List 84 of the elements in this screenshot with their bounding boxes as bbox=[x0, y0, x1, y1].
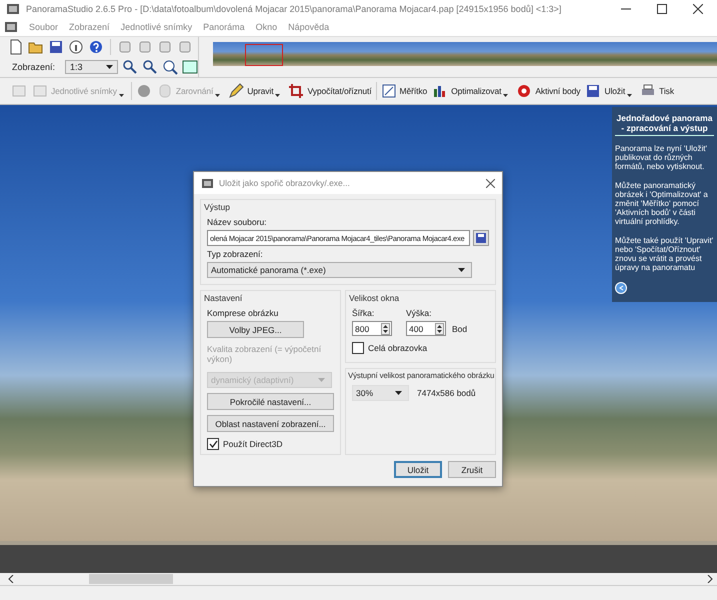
field-label: Název souboru: bbox=[207, 217, 268, 227]
help-icon[interactable] bbox=[88, 39, 104, 55]
view-area-button[interactable]: Oblast nastavení zobrazení... bbox=[207, 415, 334, 432]
unit-label: Bod bbox=[452, 324, 468, 336]
toolbar-button[interactable]: Tisk bbox=[639, 81, 675, 101]
app-icon bbox=[201, 176, 214, 190]
info-icon[interactable] bbox=[68, 39, 84, 55]
pencil-icon bbox=[228, 83, 244, 99]
caret-icon bbox=[106, 65, 113, 69]
field-label: Typ zobrazení: bbox=[207, 249, 264, 259]
image-icon bbox=[32, 83, 48, 99]
help-text: Můžete také použít 'Upravit' nebo 'Spočítat/Oříznout' znovu se vrátit a provést úpravy na panoramatu bbox=[615, 236, 714, 272]
section-label: Komprese obrázku bbox=[207, 308, 280, 318]
toolbar-button[interactable]: Měřítko bbox=[380, 81, 428, 101]
caret-icon bbox=[318, 378, 325, 382]
help-text: Můžete panoramatický obrázek i 'Optimalizovat' a změnit 'Měřítko' pomocí 'Aktivních bodů' v části virtuální prohlídky. bbox=[615, 181, 709, 226]
caret-icon[interactable] bbox=[627, 94, 632, 96]
sphere-icon bbox=[136, 83, 152, 99]
dialog-title: Uložit jako spořič obrazovky/.exe... bbox=[219, 178, 351, 188]
number-spinner[interactable]: 800 bbox=[352, 321, 392, 336]
caret-icon[interactable] bbox=[503, 94, 508, 96]
jpeg-options-button[interactable]: Volby JPEG... bbox=[207, 321, 304, 338]
app-icon bbox=[6, 2, 20, 16]
scrollbar-thumb[interactable] bbox=[89, 574, 173, 584]
panorama-thumbnail[interactable] bbox=[213, 42, 717, 66]
checkbox-label: Celá obrazovka bbox=[368, 343, 428, 353]
advanced-settings-button[interactable]: Pokročilé nastavení... bbox=[207, 393, 334, 410]
dialog-button[interactable]: Uložit bbox=[394, 461, 442, 478]
spin-arrows-icon[interactable] bbox=[435, 322, 444, 334]
save-icon[interactable] bbox=[48, 39, 64, 55]
save-icon bbox=[585, 83, 602, 99]
toolbar-button[interactable]: Upravit bbox=[227, 81, 274, 101]
actual-size-icon[interactable] bbox=[162, 59, 178, 75]
display-type-dropdown[interactable]: Automatické panorama (*.exe) bbox=[207, 262, 472, 278]
image-icon bbox=[11, 83, 27, 99]
zoom-out-icon[interactable] bbox=[142, 59, 158, 75]
window-title: PanoramaStudio 2.6.5 Pro - [D:\data\fotoalbum\dovolená Mojacar 2015\panorama\Panorama Mojacar4.pap [24915x1956 bodů] <1:3>] bbox=[26, 4, 562, 14]
crop-icon bbox=[288, 83, 304, 99]
spin-arrows-icon[interactable] bbox=[381, 322, 390, 334]
menu-item[interactable]: Zobrazení bbox=[69, 22, 110, 32]
help-title: Jednořadové panorama - zpracování a výstup bbox=[615, 113, 714, 136]
new-file-icon[interactable] bbox=[8, 39, 24, 55]
close-icon[interactable] bbox=[693, 4, 703, 14]
number-spinner[interactable]: 400 bbox=[406, 321, 446, 336]
checkbox-label: Použít Direct3D bbox=[223, 439, 283, 449]
size-dropdown[interactable]: 30% bbox=[352, 385, 409, 401]
menu-item[interactable]: Jednotlivé snímky bbox=[120, 22, 192, 32]
help-text: Panorama lze nyní 'Uložit' publikovat do různých formátů, nebo vytisknout. bbox=[615, 144, 708, 171]
menu-item[interactable]: Panoráma bbox=[203, 22, 245, 32]
fit-window-icon[interactable] bbox=[182, 59, 198, 75]
field-label: Výška: bbox=[406, 308, 433, 318]
app-icon bbox=[4, 20, 18, 34]
check-icon bbox=[208, 440, 218, 448]
size-result: 7474x586 bodů bbox=[417, 388, 476, 398]
scroll-left-icon[interactable] bbox=[8, 575, 14, 583]
target-icon bbox=[516, 83, 532, 99]
caret-icon[interactable] bbox=[275, 94, 280, 96]
close-icon[interactable] bbox=[486, 178, 495, 188]
maximize-icon[interactable] bbox=[657, 4, 667, 14]
checkbox[interactable] bbox=[207, 438, 219, 450]
zoom-in-icon[interactable] bbox=[122, 59, 138, 75]
view-rectangle bbox=[245, 44, 283, 66]
field-label: Šířka: bbox=[352, 308, 376, 318]
group-label: Výstup bbox=[204, 202, 230, 212]
horizontal-scrollbar[interactable] bbox=[0, 573, 717, 585]
checkbox[interactable] bbox=[352, 342, 364, 354]
toolbar-button[interactable]: Vypočítat/oříznutí bbox=[287, 81, 372, 101]
menu-item[interactable]: Nápověda bbox=[288, 22, 330, 32]
group-label: Velikost okna bbox=[349, 293, 400, 303]
caret-icon bbox=[458, 268, 465, 272]
toolbar-button[interactable]: Optimalizovat bbox=[431, 81, 502, 101]
toolbar-button[interactable]: Uložit bbox=[584, 81, 626, 101]
toolbar-button[interactable]: Aktivní body bbox=[515, 81, 582, 101]
browse-button[interactable] bbox=[473, 230, 489, 246]
dialog-button[interactable]: Zrušit bbox=[448, 461, 496, 478]
menu-item[interactable]: Soubor bbox=[29, 22, 58, 32]
menu-item[interactable]: Okno bbox=[256, 22, 278, 32]
save-icon bbox=[475, 232, 487, 244]
group-label: Nastavení bbox=[204, 293, 242, 303]
caret-icon bbox=[395, 391, 402, 395]
scroll-right-icon[interactable] bbox=[707, 575, 713, 583]
quality-label: Kvalita zobrazení (= výpočetní výkon) bbox=[207, 344, 322, 364]
zoom-label: Zobrazení: bbox=[12, 62, 56, 72]
zoom-dropdown[interactable]: 1:3 bbox=[65, 60, 118, 74]
